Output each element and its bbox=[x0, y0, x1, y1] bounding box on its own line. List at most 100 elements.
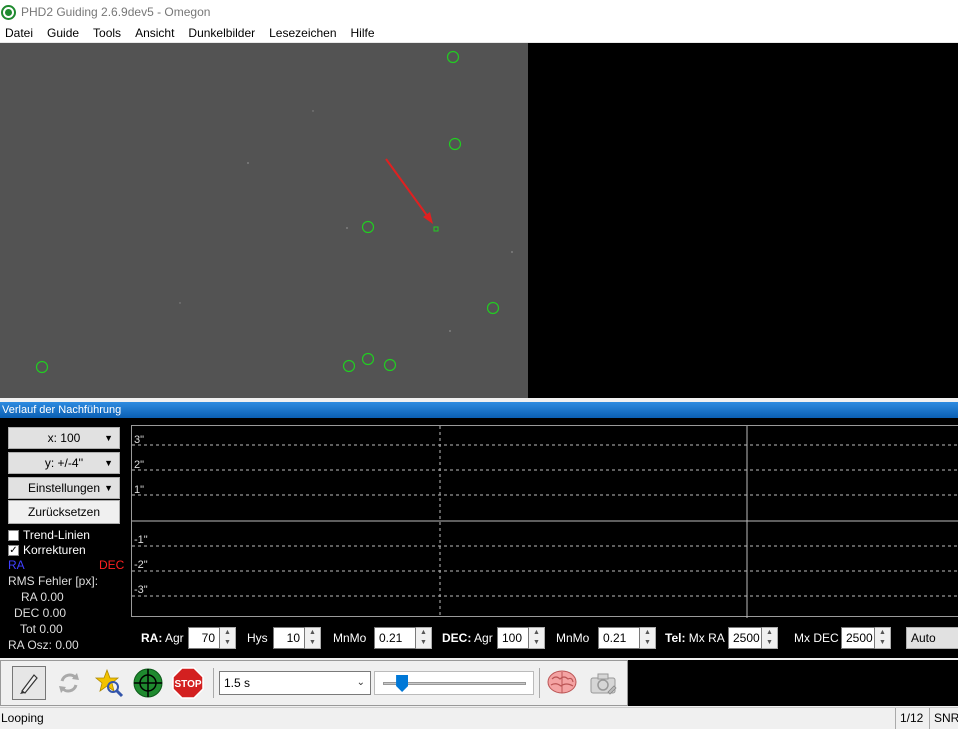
reset-button[interactable]: Zurücksetzen bbox=[8, 500, 120, 524]
star-marker[interactable] bbox=[486, 301, 500, 315]
frame-counter: 1/12 bbox=[895, 708, 927, 729]
y-tick-label: 3" bbox=[134, 434, 145, 446]
camera-image[interactable] bbox=[0, 43, 528, 398]
ra-aggressiveness-value[interactable]: 70 bbox=[188, 627, 220, 649]
dec-min-move-label: MnMo bbox=[556, 631, 590, 645]
max-ra-duration-spinner[interactable]: 2500 ▲ ▼ bbox=[728, 627, 778, 649]
up-arrow-icon[interactable]: ▲ bbox=[875, 628, 890, 638]
down-arrow-icon[interactable]: ▼ bbox=[305, 638, 320, 648]
gamma-slider[interactable] bbox=[374, 671, 534, 695]
up-arrow-icon[interactable]: ▲ bbox=[529, 628, 544, 638]
ra-oscillation: RA Osz: 0.00 bbox=[8, 638, 79, 652]
ra-min-move-value[interactable]: 0.21 bbox=[374, 627, 416, 649]
advanced-settings-button[interactable] bbox=[545, 666, 579, 700]
y-scale-button[interactable]: y: +/-4'' ▼ bbox=[8, 452, 120, 474]
gamma-slider-thumb[interactable] bbox=[396, 675, 409, 692]
max-dec-duration-spinner[interactable]: 2500 ▲ ▼ bbox=[841, 627, 891, 649]
x-scale-label: x: 100 bbox=[47, 431, 81, 445]
menu-dunkelbilder[interactable]: Dunkelbilder bbox=[183, 26, 261, 40]
gear-connect-icon bbox=[20, 674, 38, 694]
up-arrow-icon[interactable]: ▲ bbox=[762, 628, 777, 638]
dec-min-move-value[interactable]: 0.21 bbox=[598, 627, 640, 649]
corrections-checkbox-row[interactable]: ✓ Korrekturen bbox=[8, 543, 86, 557]
spinner-arrows[interactable]: ▲ ▼ bbox=[416, 627, 432, 649]
ra-params-label: RA: Agr bbox=[141, 631, 184, 645]
trend-lines-checkbox[interactable] bbox=[8, 529, 19, 541]
annotation-arrow bbox=[385, 158, 432, 222]
dec-min-move-spinner[interactable]: 0.21 ▲ ▼ bbox=[598, 627, 656, 649]
corrections-label: Korrekturen bbox=[23, 543, 86, 557]
ra-hysteresis-label: Hys bbox=[247, 631, 268, 645]
dec-guide-mode-select[interactable]: Auto bbox=[906, 627, 958, 649]
max-ra-duration-value[interactable]: 2500 bbox=[728, 627, 762, 649]
ra-legend: RA bbox=[8, 558, 25, 572]
background-stars bbox=[179, 110, 513, 332]
spinner-arrows[interactable]: ▲ ▼ bbox=[875, 627, 891, 649]
menu-lesezeichen[interactable]: Lesezeichen bbox=[264, 26, 342, 40]
menu-ansicht[interactable]: Ansicht bbox=[130, 26, 180, 40]
star-marker[interactable] bbox=[448, 137, 462, 151]
star-marker[interactable] bbox=[446, 50, 460, 64]
up-arrow-icon[interactable]: ▲ bbox=[640, 628, 655, 638]
dec-aggressiveness-spinner[interactable]: 100 ▲ ▼ bbox=[497, 627, 545, 649]
y-tick-label: 2" bbox=[134, 459, 145, 471]
connect-equipment-button[interactable] bbox=[12, 666, 46, 700]
ra-aggressiveness-spinner[interactable]: 70 ▲ ▼ bbox=[188, 627, 236, 649]
menu-tools[interactable]: Tools bbox=[88, 26, 127, 40]
menu-guide[interactable]: Guide bbox=[42, 26, 85, 40]
down-arrow-icon[interactable]: ▼ bbox=[220, 638, 235, 648]
down-arrow-icon[interactable]: ▼ bbox=[529, 638, 544, 648]
dec-aggressiveness-value[interactable]: 100 bbox=[497, 627, 529, 649]
spinner-arrows[interactable]: ▲ ▼ bbox=[220, 627, 236, 649]
down-arrow-icon[interactable]: ▼ bbox=[875, 638, 890, 648]
dec-legend: DEC bbox=[99, 558, 125, 572]
arrow-head bbox=[423, 212, 433, 224]
star-marker[interactable] bbox=[361, 352, 375, 366]
corrections-checkbox[interactable]: ✓ bbox=[8, 544, 19, 556]
up-arrow-icon[interactable]: ▲ bbox=[220, 628, 235, 638]
menu-hilfe[interactable]: Hilfe bbox=[346, 26, 381, 40]
max-dec-duration-value[interactable]: 2500 bbox=[841, 627, 875, 649]
up-arrow-icon[interactable]: ▲ bbox=[416, 628, 431, 638]
menu-bar: Datei Guide Tools Ansicht Dunkelbilder L… bbox=[0, 24, 958, 43]
detected-star-markers bbox=[35, 50, 500, 374]
camera-settings-icon bbox=[590, 673, 617, 695]
guide-button[interactable] bbox=[131, 666, 165, 700]
auto-select-star-button[interactable] bbox=[92, 666, 126, 700]
star-marker[interactable] bbox=[35, 360, 49, 374]
window-title: PHD2 Guiding 2.6.9dev5 - Omegon bbox=[21, 5, 211, 19]
exposure-duration-value: 1.5 s bbox=[224, 676, 251, 690]
stop-button[interactable]: STOP bbox=[171, 666, 205, 700]
down-arrow-icon[interactable]: ▼ bbox=[416, 638, 431, 648]
exposure-duration-select[interactable]: 1.5 s ⌄ bbox=[219, 671, 371, 695]
ra-hysteresis-spinner[interactable]: 10 ▲ ▼ bbox=[273, 627, 321, 649]
y-scale-label: y: +/-4'' bbox=[44, 456, 84, 470]
star-marker[interactable] bbox=[342, 359, 356, 373]
graph-grid bbox=[132, 426, 958, 618]
trend-lines-checkbox-row[interactable]: Trend-Linien bbox=[8, 528, 90, 542]
ra-hysteresis-value[interactable]: 10 bbox=[273, 627, 305, 649]
telescope-params-label: Tel: Mx RA bbox=[665, 631, 725, 645]
x-scale-button[interactable]: x: 100 ▼ bbox=[8, 427, 120, 449]
settings-button[interactable]: Einstellungen ▼ bbox=[8, 477, 120, 499]
chevron-down-icon: ▼ bbox=[104, 433, 113, 443]
status-message: Looping bbox=[1, 711, 44, 725]
star-marker[interactable] bbox=[383, 358, 397, 372]
spinner-arrows[interactable]: ▲ ▼ bbox=[529, 627, 545, 649]
spinner-arrows[interactable]: ▲ ▼ bbox=[305, 627, 321, 649]
star-field bbox=[35, 50, 513, 374]
svg-text:STOP: STOP bbox=[174, 679, 201, 690]
down-arrow-icon[interactable]: ▼ bbox=[640, 638, 655, 648]
ra-min-move-spinner[interactable]: 0.21 ▲ ▼ bbox=[374, 627, 432, 649]
menu-datei[interactable]: Datei bbox=[0, 26, 39, 40]
graph-plot-area[interactable]: 3" 2" 1" -1" -2" -3" bbox=[131, 425, 958, 618]
spinner-arrows[interactable]: ▲ ▼ bbox=[640, 627, 656, 649]
spinner-arrows[interactable]: ▲ ▼ bbox=[762, 627, 778, 649]
star-marker[interactable] bbox=[361, 220, 375, 234]
down-arrow-icon[interactable]: ▼ bbox=[762, 638, 777, 648]
dec-params-label: DEC: Agr bbox=[442, 631, 493, 645]
camera-settings-button[interactable] bbox=[586, 666, 620, 700]
up-arrow-icon[interactable]: ▲ bbox=[305, 628, 320, 638]
loop-button[interactable] bbox=[52, 666, 86, 700]
stop-icon: STOP bbox=[172, 667, 204, 699]
